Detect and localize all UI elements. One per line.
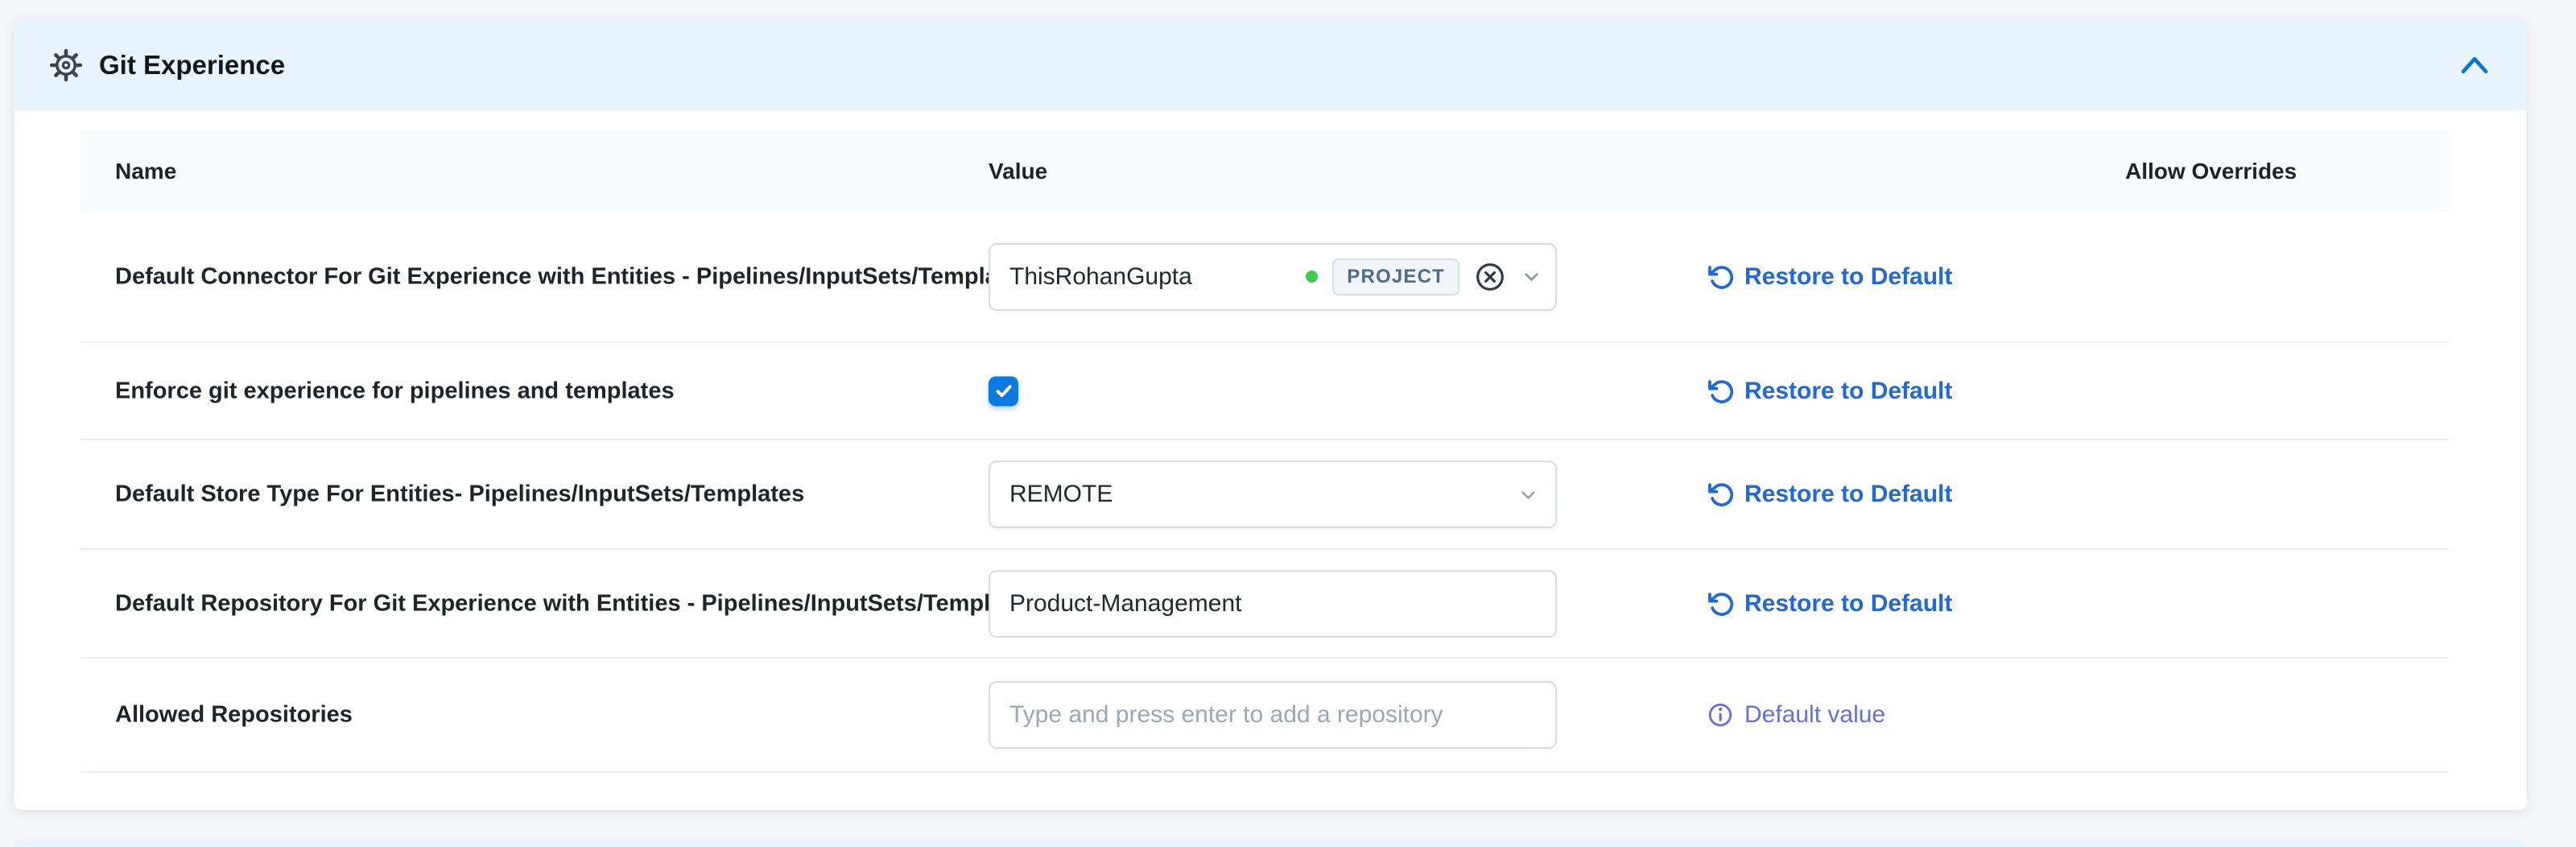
default-value-link[interactable]: Default value <box>1707 701 1885 729</box>
store-type-value: REMOTE <box>1009 481 1113 508</box>
column-header-allow-overrides: Allow Overrides <box>2125 159 2297 184</box>
restore-label: Restore to Default <box>1744 263 1952 291</box>
next-section-header-partial <box>14 841 2527 847</box>
table-row-enforce-git-experience: Enforce git experience for pipelines and… <box>80 343 2449 440</box>
chevron-up-icon[interactable] <box>2459 54 2490 76</box>
gear-icon <box>49 48 83 82</box>
restore-icon <box>1707 263 1734 291</box>
restore-label: Restore to Default <box>1744 378 1952 405</box>
setting-label: Default Store Type For Entities- Pipelin… <box>115 481 804 508</box>
section-header-git-experience[interactable]: Git Experience <box>14 20 2527 110</box>
scope-badge: PROJECT <box>1332 258 1459 295</box>
column-header-value: Value <box>989 159 1047 184</box>
git-experience-settings-card: Git Experience Name Value Allow Override… <box>14 20 2527 810</box>
connector-select[interactable]: ThisRohanGupta PROJECT <box>989 243 1557 311</box>
table-row-default-connector: Default Connector For Git Experience wit… <box>80 212 2449 343</box>
restore-to-default-link[interactable]: Restore to Default <box>1707 481 1952 508</box>
table-row-default-store-type: Default Store Type For Entities- Pipelin… <box>80 440 2449 550</box>
green-dot-icon <box>1306 271 1318 283</box>
setting-label: Default Connector For Git Experience wit… <box>115 263 1032 290</box>
section-title: Git Experience <box>99 50 285 81</box>
restore-to-default-link[interactable]: Restore to Default <box>1707 590 1952 618</box>
store-type-dropdown[interactable]: REMOTE <box>989 461 1557 528</box>
restore-label: Restore to Default <box>1744 590 1952 618</box>
restore-icon <box>1707 481 1734 508</box>
setting-label: Allowed Repositories <box>115 702 353 729</box>
enforce-git-checkbox[interactable] <box>989 376 1018 406</box>
table-header-row: Name Value Allow Overrides <box>80 130 2449 212</box>
setting-label: Enforce git experience for pipelines and… <box>115 378 675 404</box>
restore-to-default-link[interactable]: Restore to Default <box>1707 263 1952 291</box>
restore-icon <box>1707 590 1734 618</box>
table-row-allowed-repositories: Allowed Repositories Default value <box>80 659 2449 773</box>
restore-to-default-link[interactable]: Restore to Default <box>1707 378 1952 405</box>
allowed-repositories-input[interactable] <box>989 681 1557 749</box>
connector-value: ThisRohanGupta <box>1009 263 1192 291</box>
circle-x-icon[interactable] <box>1474 261 1506 293</box>
chevron-down-icon <box>1517 484 1539 506</box>
restore-label: Restore to Default <box>1744 481 1952 508</box>
column-header-name: Name <box>115 159 176 184</box>
default-repository-input[interactable] <box>989 570 1557 638</box>
default-value-label: Default value <box>1744 701 1885 729</box>
table-row-default-repository: Default Repository For Git Experience wi… <box>80 550 2449 659</box>
chevron-down-icon[interactable] <box>1521 266 1542 287</box>
setting-label: Default Repository For Git Experience wi… <box>115 590 1037 617</box>
settings-table: Name Value Allow Overrides Default Conne… <box>80 130 2449 773</box>
restore-icon <box>1707 378 1734 405</box>
info-icon <box>1707 701 1734 729</box>
